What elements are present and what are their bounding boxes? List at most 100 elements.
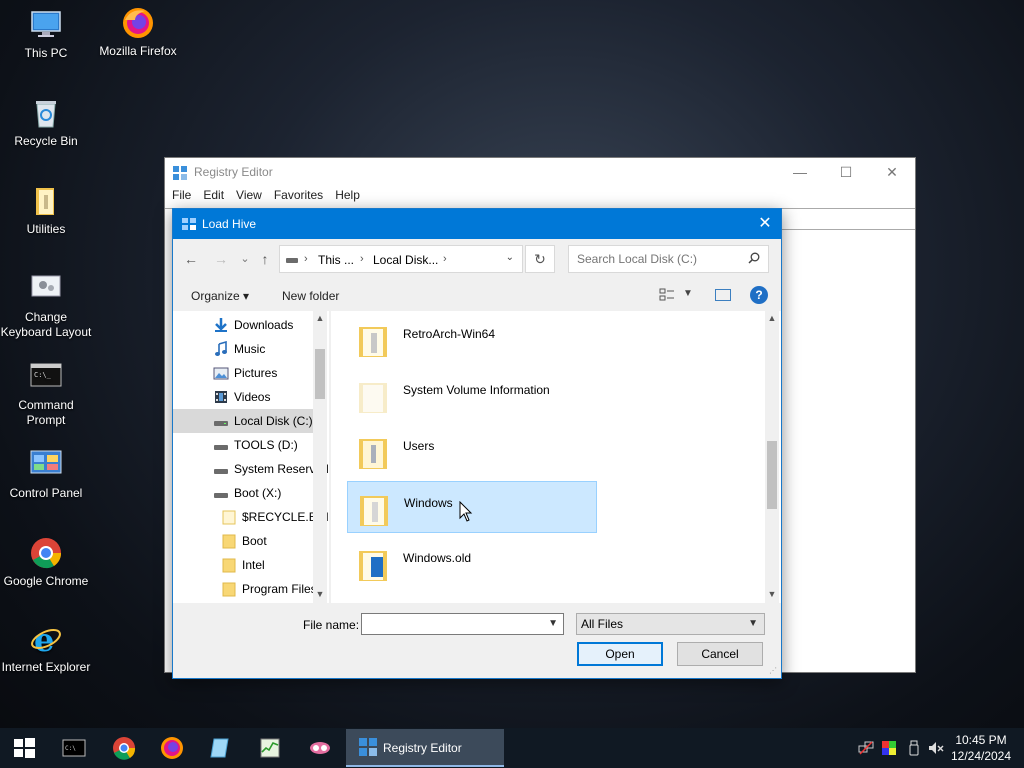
menu-file[interactable]: File (165, 188, 196, 202)
desktop-icon-recycle-bin[interactable]: Recycle Bin (0, 96, 92, 149)
file-type-select[interactable]: All Files ▼ (576, 613, 765, 635)
desktop-icon-this-pc[interactable]: This PC (0, 8, 92, 61)
internet-explorer-icon: e (29, 621, 63, 659)
desktop-icon-command-prompt[interactable]: C:\_ Command Prompt (0, 360, 92, 428)
close-button[interactable]: ✕ (869, 158, 915, 186)
scroll-up-arrow-icon[interactable]: ▲ (765, 313, 779, 323)
desktop-icon-google-chrome[interactable]: Google Chrome (0, 536, 92, 589)
forward-button[interactable]: → (211, 249, 231, 269)
taskbar-task-manager[interactable] (246, 728, 294, 768)
preview-pane-icon[interactable] (715, 289, 731, 301)
nav-item-intel-folder[interactable]: Intel (173, 553, 315, 577)
window-title: Registry Editor (194, 165, 273, 179)
new-folder-button[interactable]: New folder (282, 289, 339, 303)
taskbar-notepad[interactable] (196, 728, 244, 768)
back-button[interactable]: ← (181, 249, 201, 269)
folder-icon (357, 321, 389, 359)
registry-editor-icon (181, 217, 197, 231)
nav-item-music[interactable]: Music (173, 337, 315, 361)
refresh-button[interactable]: ↻ (525, 245, 555, 273)
navigation-bar: ← → ⌄ ↑ › This ... › Local Disk... › ⌄ ↻ (173, 245, 781, 273)
volume-muted-icon[interactable] (928, 740, 944, 756)
chevron-down-icon[interactable]: ⌄ (506, 252, 514, 263)
taskbar-firefox[interactable] (148, 728, 196, 768)
address-bar[interactable]: › This ... › Local Disk... › ⌄ (279, 245, 523, 273)
menu-edit[interactable]: Edit (196, 188, 229, 202)
open-button[interactable]: Open (577, 642, 663, 666)
nav-item-label: Music (234, 342, 266, 356)
desktop-icon-control-panel[interactable]: Control Panel (0, 448, 92, 501)
nav-item-recycle-bin-folder[interactable]: $RECYCLE.BIN (173, 505, 329, 529)
recent-locations-button[interactable]: ⌄ (235, 249, 255, 269)
scroll-down-arrow-icon[interactable]: ▼ (313, 589, 327, 599)
menu-bar: File Edit View Favorites Help (165, 188, 365, 206)
registry-editor-titlebar[interactable]: Registry Editor — ☐ ✕ (165, 158, 915, 186)
folder-icon (221, 533, 237, 549)
this-pc-icon (29, 8, 63, 42)
nav-item-downloads[interactable]: Downloads (173, 313, 315, 337)
file-name-combo[interactable]: ▼ (361, 613, 564, 635)
desktop-icon-utilities[interactable]: Utilities (0, 184, 92, 237)
nav-item-tools-d[interactable]: TOOLS (D:) (173, 433, 315, 457)
dialog-titlebar[interactable]: Load Hive ✕ (173, 209, 781, 239)
scrollbar-thumb[interactable] (767, 441, 777, 509)
taskbar-registry-editor[interactable]: Registry Editor (346, 729, 504, 767)
maximize-button[interactable]: ☐ (823, 158, 869, 186)
organize-button[interactable]: Organize ▾ (191, 289, 249, 303)
nav-item-pictures[interactable]: Pictures (173, 361, 315, 385)
desktop-icon-internet-explorer[interactable]: e Internet Explorer (0, 621, 92, 675)
taskbar-command-prompt[interactable]: C:\ (50, 728, 98, 768)
display-color-icon[interactable] (881, 740, 897, 756)
resize-grip-icon[interactable]: ⋰ (769, 666, 779, 676)
scroll-up-arrow-icon[interactable]: ▲ (313, 313, 327, 323)
menu-help[interactable]: Help (328, 188, 365, 202)
breadcrumb-this-pc[interactable]: This ... (318, 253, 354, 267)
menu-favorites[interactable]: Favorites (267, 188, 328, 202)
desktop-icon-firefox[interactable]: Mozilla Firefox (92, 6, 184, 59)
scrollbar-thumb[interactable] (315, 349, 325, 399)
clock[interactable]: 10:45 PM 12/24/2024 (944, 732, 1018, 764)
file-name-input[interactable] (362, 614, 542, 634)
taskbar-snipping-tool[interactable] (296, 728, 344, 768)
dialog-close-button[interactable]: ✕ (749, 209, 781, 239)
desktop-icon-label: Recycle Bin (14, 134, 78, 148)
menu-view[interactable]: View (229, 188, 267, 202)
nav-item-videos[interactable]: Videos (173, 385, 315, 409)
scroll-down-arrow-icon[interactable]: ▼ (765, 589, 779, 599)
nav-item-boot-x[interactable]: Boot (X:) (173, 481, 315, 505)
desktop-icon-change-keyboard-layout[interactable]: Change Keyboard Layout (0, 272, 92, 340)
start-button[interactable] (0, 728, 48, 768)
windows-logo-icon (12, 736, 36, 760)
nav-item-program-files-folder[interactable]: Program Files (173, 577, 317, 601)
taskbar: C:\ Registry Editor 10:45 PM 12/24/2024 (0, 728, 1024, 768)
folder-icon (357, 433, 389, 471)
firefox-icon (121, 6, 155, 40)
up-button[interactable]: ↑ (255, 249, 275, 269)
list-item[interactable]: System Volume Information (347, 369, 597, 421)
list-item[interactable]: Users (347, 425, 597, 477)
chevron-down-icon[interactable]: ▼ (548, 618, 558, 629)
list-item[interactable]: RetroArch-Win64 (347, 313, 597, 365)
search-box[interactable] (568, 245, 769, 273)
desktop-icon-label: Google Chrome (3, 574, 89, 588)
list-item[interactable]: Windows.old (347, 537, 597, 589)
dialog-title: Load Hive (202, 217, 257, 231)
minimize-button[interactable]: — (777, 158, 823, 186)
nav-item-local-disk-c[interactable]: Local Disk (C:) (173, 409, 315, 433)
file-list-scrollbar[interactable]: ▲ ▼ (765, 311, 779, 603)
help-icon[interactable]: ? (750, 286, 768, 304)
navigation-pane-scrollbar[interactable]: ▲ ▼ (313, 311, 327, 603)
cancel-button[interactable]: Cancel (677, 642, 763, 666)
nav-item-system-reserved[interactable]: System Reserved (173, 457, 329, 481)
breadcrumb-local-disk[interactable]: Local Disk... (373, 253, 438, 267)
search-input[interactable] (569, 246, 739, 272)
chevron-down-icon[interactable]: ▼ (683, 288, 693, 299)
file-name: Users (403, 439, 435, 453)
view-options-icon[interactable] (659, 288, 675, 302)
nav-item-boot-folder[interactable]: Boot (173, 529, 315, 553)
drive-icon (213, 413, 229, 429)
nav-item-label: Boot (X:) (234, 486, 282, 500)
usb-device-icon[interactable] (906, 740, 922, 756)
network-icon[interactable] (858, 740, 874, 756)
taskbar-chrome[interactable] (100, 728, 148, 768)
